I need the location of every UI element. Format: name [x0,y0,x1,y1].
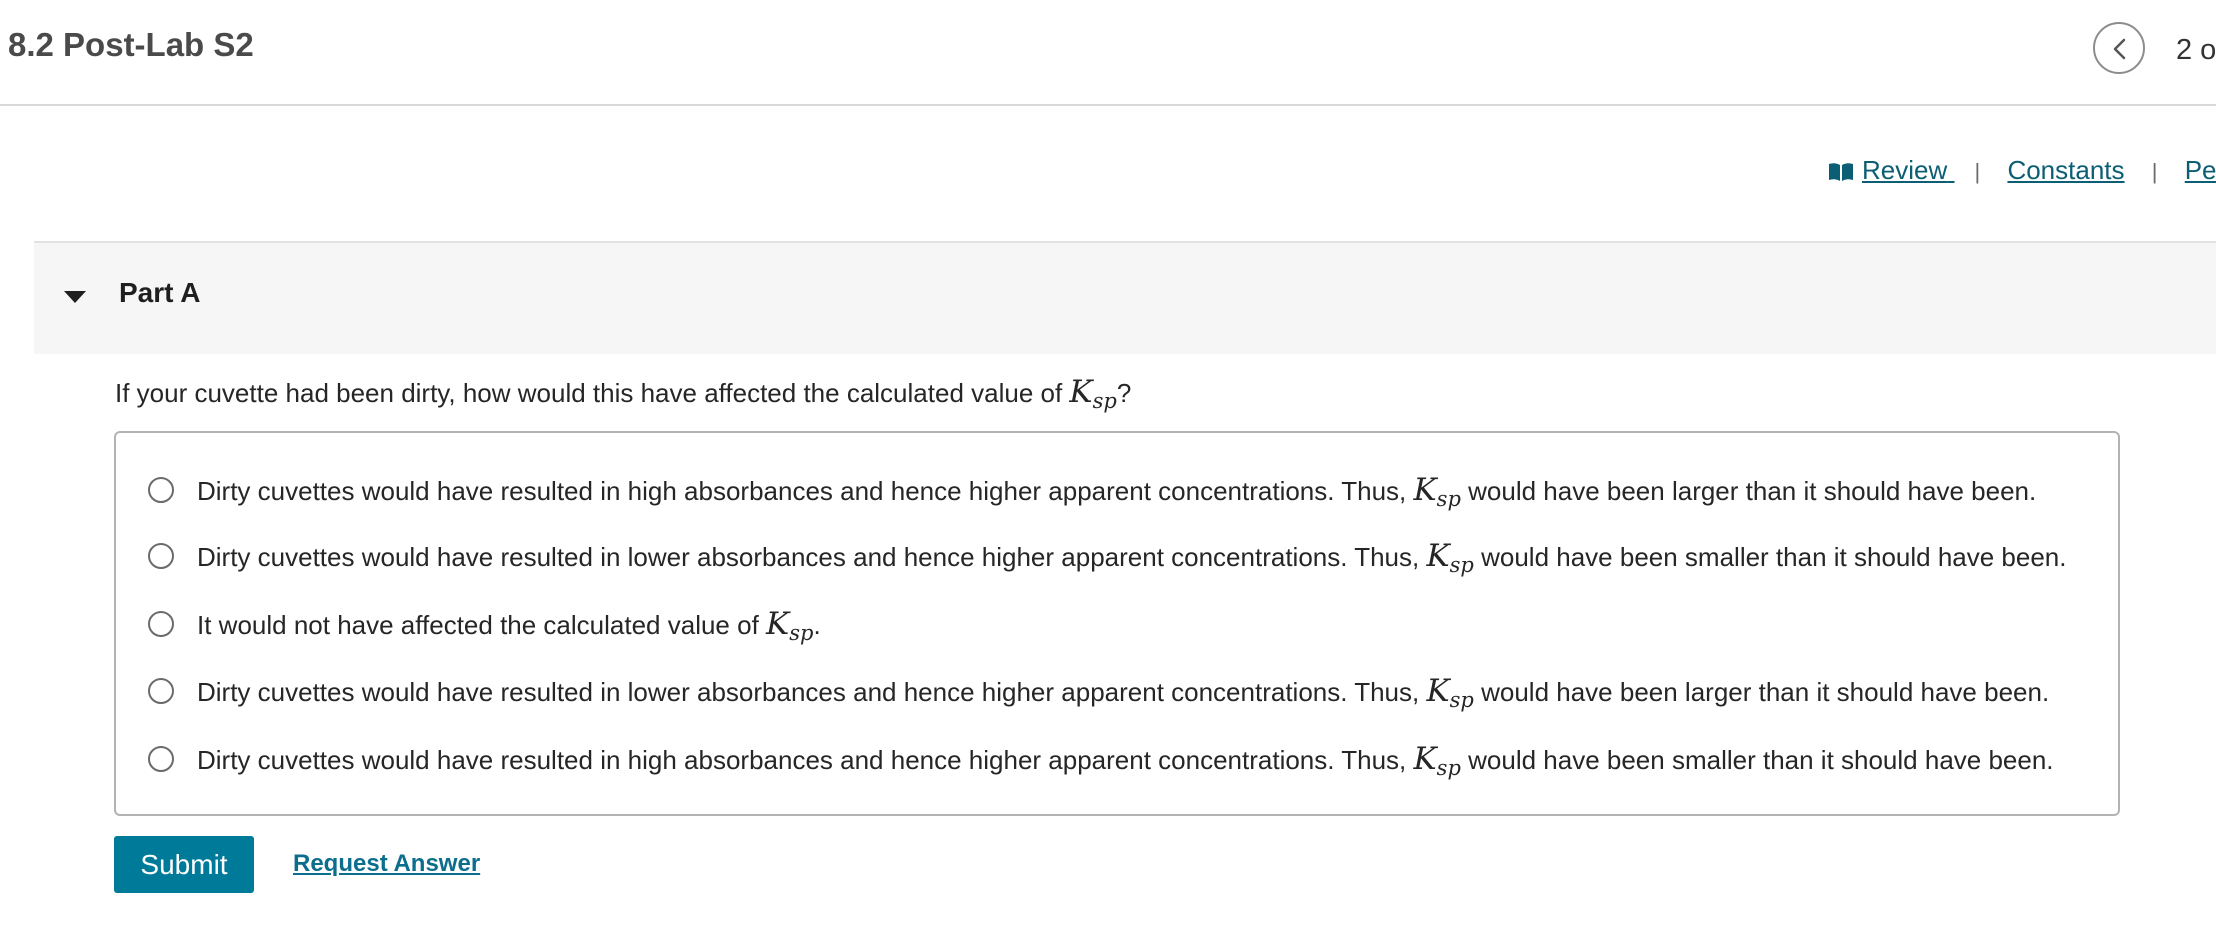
page-title: 8.2 Post-Lab S2 [8,26,254,63]
ksp-symbol: Ksp [1426,673,1474,712]
ksp-symbol: Ksp [1413,472,1461,511]
option-label: Dirty cuvettes would have resulted in hi… [197,472,2037,511]
option-label: It would not have affected the calculate… [197,606,821,645]
item-counter: 2 o [2176,34,2216,66]
question-prefix: If your cuvette had been dirty, how woul… [115,378,1070,408]
ksp-symbol: Ksp [766,606,814,645]
ksp-symbol: Ksp [1069,374,1117,413]
radio-button[interactable] [148,543,174,569]
radio-button[interactable] [148,611,174,637]
radio-button[interactable] [148,678,174,704]
review-link-label: Review [1862,155,1948,185]
page-header: 8.2 Post-Lab S2 2 o [0,0,2216,106]
caret-down-icon[interactable] [60,285,90,309]
option-label: Dirty cuvettes would have resulted in hi… [197,741,2054,780]
question-suffix: ? [1116,378,1132,408]
question-text: If your cuvette had been dirty, how woul… [115,374,1132,413]
part-title: Part A [119,277,201,308]
radio-button[interactable] [148,477,174,503]
resource-links: Review | Constants | Peri [1828,155,2216,186]
submit-button[interactable]: Submit [114,836,254,893]
book-icon [1829,163,1853,181]
option-label: Dirty cuvettes would have resulted in lo… [197,673,2050,712]
part-header[interactable]: Part A [34,241,2216,354]
link-separator: | [1974,159,1981,184]
chevron-left-icon [2113,38,2126,60]
ksp-symbol: Ksp [1426,538,1474,577]
ksp-symbol: Ksp [1413,741,1461,780]
answer-options: Dirty cuvettes would have resulted in hi… [114,431,2120,816]
link-separator: | [2151,159,2158,184]
previous-item-button[interactable] [2093,22,2145,74]
periodic-table-link[interactable]: Peri [2185,155,2216,185]
review-link[interactable]: Review [1828,155,1954,185]
constants-link[interactable]: Constants [2007,155,2124,185]
request-answer-link[interactable]: Request Answer [293,850,480,878]
option-label: Dirty cuvettes would have resulted in lo… [197,538,2067,577]
radio-button[interactable] [148,746,174,772]
